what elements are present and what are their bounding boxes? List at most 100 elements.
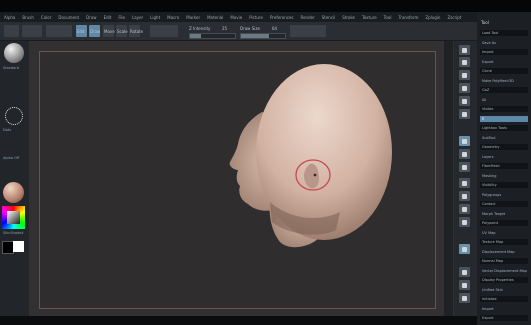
tool-palette-row[interactable]: Vector Displacement Map: [480, 268, 528, 274]
dynamic-button[interactable]: [290, 25, 326, 37]
tool-palette-row[interactable]: Morph Target: [480, 211, 528, 217]
canvas-document[interactable]: [39, 51, 436, 309]
tool-palette-row[interactable]: R: [480, 115, 528, 122]
edit-mode-button[interactable]: Edit: [76, 25, 87, 37]
scroll-button[interactable]: [459, 70, 470, 80]
quick-sketch-button[interactable]: [46, 25, 72, 37]
tool-button-icon: [462, 164, 467, 170]
tool-palette-row[interactable]: Lightbox Tools: [480, 125, 528, 131]
mrgb-button[interactable]: [150, 25, 178, 37]
draw-mode-button[interactable]: Draw: [89, 25, 100, 37]
menu-item-color[interactable]: Color: [41, 15, 51, 20]
draw-size-value: 64: [272, 26, 278, 31]
menu-item-stencil[interactable]: Stencil: [322, 15, 336, 20]
brush-label: Standard: [3, 66, 19, 70]
top-toolbar: Edit Draw Move Scale Rotate Z Intensity …: [0, 22, 477, 41]
tool-palette-row[interactable]: Visibility: [480, 182, 528, 188]
menu-item-material[interactable]: Material: [207, 15, 223, 20]
lightbox-button[interactable]: [22, 25, 42, 37]
color-picker-icon[interactable]: [2, 206, 25, 229]
tool-palette-row[interactable]: Export: [480, 59, 528, 65]
tool-palette-row[interactable]: Import: [480, 306, 528, 312]
tool-palette-row[interactable]: Display Properties: [480, 277, 528, 283]
local-button[interactable]: [459, 162, 470, 172]
tool-palette-row[interactable]: FiberMesh: [480, 163, 528, 169]
tool-palette-row[interactable]: Clone: [480, 68, 528, 74]
tool-palette-row[interactable]: Initialize: [480, 296, 528, 302]
tool-palette-row[interactable]: UV Map: [480, 230, 528, 236]
tool-palette-row[interactable]: Polygroups: [480, 192, 528, 198]
menu-item-alpha[interactable]: Alpha: [4, 15, 15, 20]
tool-palette-row[interactable]: All: [480, 97, 528, 103]
menu-item-texture[interactable]: Texture: [362, 15, 377, 20]
menu-item-brush[interactable]: Brush: [22, 15, 34, 20]
tool-palette-row[interactable]: SubTool: [480, 135, 528, 141]
sphere-brush-icon[interactable]: [4, 43, 24, 63]
menu-item-layer[interactable]: Layer: [132, 15, 143, 20]
solo-button[interactable]: [459, 280, 470, 290]
tool-palette-row[interactable]: Masking: [480, 173, 528, 179]
tool-palette-row[interactable]: Unified Skin: [480, 287, 528, 293]
tool-palette-row[interactable]: Load Tool: [480, 30, 528, 36]
scale-mode-button[interactable]: Scale: [116, 25, 128, 37]
viewport[interactable]: [29, 41, 454, 316]
menu-item-stroke[interactable]: Stroke: [342, 15, 355, 20]
tool-palette-row[interactable]: GoZ: [480, 87, 528, 93]
tool-palette-row[interactable]: Polypaint: [480, 220, 528, 226]
scale-view-button[interactable]: [459, 217, 470, 227]
tool-palette-row[interactable]: Import: [480, 49, 528, 55]
projection-master-button[interactable]: [4, 25, 19, 37]
menu-item-draw[interactable]: Draw: [86, 15, 96, 20]
menu-item-edit[interactable]: Edit: [104, 15, 112, 20]
bpr-button[interactable]: [459, 45, 470, 55]
tool-button-icon: [462, 47, 467, 53]
menu-item-document[interactable]: Document: [58, 15, 79, 20]
tool-palette-row[interactable]: Visible: [480, 106, 528, 112]
aahalf-button[interactable]: [459, 109, 470, 119]
floor-button[interactable]: [459, 149, 470, 159]
menu-item-movie[interactable]: Movie: [230, 15, 242, 20]
frame-button[interactable]: [459, 191, 470, 201]
move-view-button[interactable]: [459, 204, 470, 214]
left-tray: Standard Dots Alpha Off SkinShade4: [0, 41, 29, 325]
window-top-band: [0, 0, 531, 12]
persp-button[interactable]: [459, 136, 470, 146]
primary-color-swatch[interactable]: [13, 241, 24, 252]
tool-palette-row[interactable]: Export: [480, 315, 528, 321]
menu-item-preferences[interactable]: Preferences: [270, 15, 294, 20]
tool-palette-row[interactable]: Make PolyMesh3D: [480, 78, 528, 84]
xyz-button[interactable]: [459, 178, 470, 188]
tool-palette-row[interactable]: Layers: [480, 154, 528, 160]
menu-item-zplugin[interactable]: Zplugin: [425, 15, 440, 20]
menu-item-transform[interactable]: Transform: [398, 15, 418, 20]
menu-item-render[interactable]: Render: [300, 15, 314, 20]
head-model[interactable]: [40, 52, 437, 310]
z-intensity-slider[interactable]: [189, 33, 236, 39]
move-mode-button[interactable]: Move: [103, 25, 115, 37]
tool-palette-row[interactable]: Save As: [480, 40, 528, 46]
menu-item-macro[interactable]: Macro: [167, 15, 179, 20]
menu-item-tool[interactable]: Tool: [384, 15, 392, 20]
menu-item-light[interactable]: Light: [150, 15, 160, 20]
rotate-mode-button[interactable]: Rotate: [129, 25, 143, 37]
viewport-scrollbar[interactable]: [444, 41, 453, 316]
zoom-button[interactable]: [459, 83, 470, 93]
menu-item-zscript[interactable]: Zscript: [447, 15, 461, 20]
actual-button[interactable]: [459, 96, 470, 106]
tool-palette-row[interactable]: Displacement Map: [480, 249, 528, 255]
material-sphere-icon[interactable]: [3, 182, 24, 203]
tool-palette-row[interactable]: Geometry: [480, 144, 528, 150]
menu-item-file[interactable]: File: [118, 15, 125, 20]
menu-item-marker[interactable]: Marker: [186, 15, 200, 20]
tool-palette-row[interactable]: Contact: [480, 201, 528, 207]
transp-button[interactable]: [459, 267, 470, 277]
tool-palette-row[interactable]: Normal Map: [480, 258, 528, 264]
dots-stroke-icon[interactable]: [5, 107, 23, 125]
xpose-button[interactable]: [459, 293, 470, 303]
menu-item-picture[interactable]: Picture: [249, 15, 263, 20]
spix-button[interactable]: [459, 57, 470, 67]
tool-palette-row[interactable]: Texture Map: [480, 239, 528, 245]
draw-size-slider[interactable]: [240, 33, 286, 39]
brush-cursor-center: [313, 173, 317, 177]
polyf-button[interactable]: [459, 244, 470, 254]
